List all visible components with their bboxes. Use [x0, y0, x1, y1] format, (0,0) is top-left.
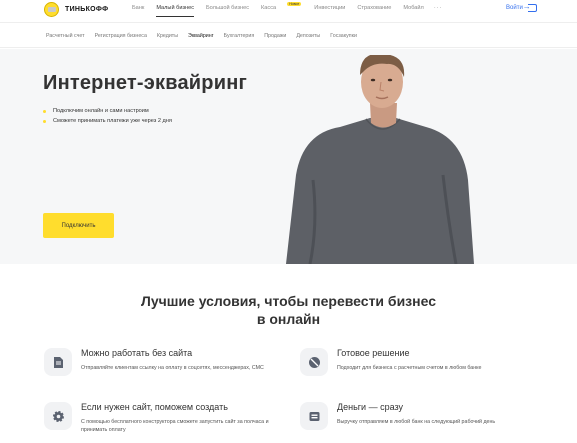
nav-mobile[interactable]: Мобайл	[403, 5, 423, 11]
benefit-no-site: Можно работать без сайта Отправляйте кли…	[44, 348, 284, 388]
benefits-title: Лучшие условия, чтобы перевести бизнес в…	[0, 292, 577, 328]
subnav-registration[interactable]: Регистрация бизнеса	[95, 33, 147, 39]
benefits-title-line2: в онлайн	[256, 311, 321, 327]
benefit-description: Выручку отправляем в любой банк на следу…	[337, 419, 496, 425]
nav-big-business[interactable]: Большой бизнес	[206, 5, 249, 11]
nav-small-business[interactable]: Малый бизнес	[156, 5, 194, 17]
subnav-account[interactable]: Расчетный счет	[46, 33, 85, 39]
login-label: Войти	[506, 5, 523, 11]
login-icon	[523, 2, 537, 12]
benefit-title: Если нужен сайт, поможем создать	[81, 402, 228, 412]
main-nav: Банк Малый бизнес Большой бизнес Касса Но…	[132, 2, 454, 17]
subnav-acquiring[interactable]: Эквайринг	[188, 33, 214, 39]
hero-person-image	[286, 55, 474, 264]
no-fee-icon	[300, 348, 328, 376]
logo-emblem-icon	[44, 1, 59, 17]
new-badge: Новое	[287, 2, 302, 6]
subnav-accounting[interactable]: Бухгалтерия	[224, 33, 255, 39]
hero-banner: Интернет-эквайринг Подключим онлайн и са…	[0, 49, 577, 264]
top-header: ТИНЬКОФФ Банк Малый бизнес Большой бизне…	[0, 0, 577, 22]
benefits-title-line1: Лучшие условия, чтобы перевести бизнес	[141, 293, 436, 309]
benefit-description: Отправляйте клиентам ссылку на оплату в …	[81, 365, 264, 371]
nav-insurance[interactable]: Страхование	[357, 5, 391, 11]
tinkoff-logo[interactable]: ТИНЬКОФФ	[44, 1, 108, 17]
hero-title: Интернет-эквайринг	[43, 72, 248, 94]
logo-text: ТИНЬКОФФ	[65, 5, 109, 13]
benefit-title: Деньги — сразу	[337, 402, 404, 412]
subnav-credits[interactable]: Кредиты	[157, 33, 178, 39]
subnav-sales[interactable]: Продажи	[264, 33, 286, 39]
benefit-title: Готовое решение	[337, 348, 410, 358]
hero-bullet: Сможете принимать платежи уже через 2 дн…	[43, 117, 193, 125]
nav-kassa[interactable]: Касса Новое	[261, 2, 302, 11]
gear-icon	[44, 402, 72, 430]
benefit-title: Можно работать без сайта	[81, 348, 193, 358]
section-nav: Расчетный счет Регистрация бизнеса Креди…	[0, 22, 577, 48]
login-button[interactable]: Войти	[506, 2, 537, 12]
hero-bullets: Подключим онлайн и сами настроим Сможете…	[43, 107, 193, 127]
benefit-site-builder: Если нужен сайт, поможем создать С помощ…	[44, 402, 284, 442]
benefit-ready-solution: Готовое решение Подходит для бизнеса с р…	[300, 348, 540, 388]
money-icon	[300, 402, 328, 430]
benefit-description: С помощью бесплатного конструктора сможе…	[81, 419, 269, 433]
subnav-procurement[interactable]: Госзакупки	[330, 33, 357, 39]
hero-bullet: Подключим онлайн и сами настроим	[43, 107, 193, 115]
nav-investments[interactable]: Инвестиции	[314, 5, 345, 11]
page-icon	[44, 348, 72, 376]
more-menu-icon[interactable]: ···	[434, 5, 443, 11]
benefit-description: Подходит для бизнеса с расчетным счетом …	[337, 365, 482, 371]
connect-button[interactable]: Подключить	[43, 213, 114, 238]
nav-bank[interactable]: Банк	[132, 5, 144, 11]
nav-kassa-label: Касса	[261, 5, 277, 11]
subnav-deposits[interactable]: Депозиты	[296, 33, 320, 39]
benefit-fast-money: Деньги — сразу Выручку отправляем в любо…	[300, 402, 540, 442]
